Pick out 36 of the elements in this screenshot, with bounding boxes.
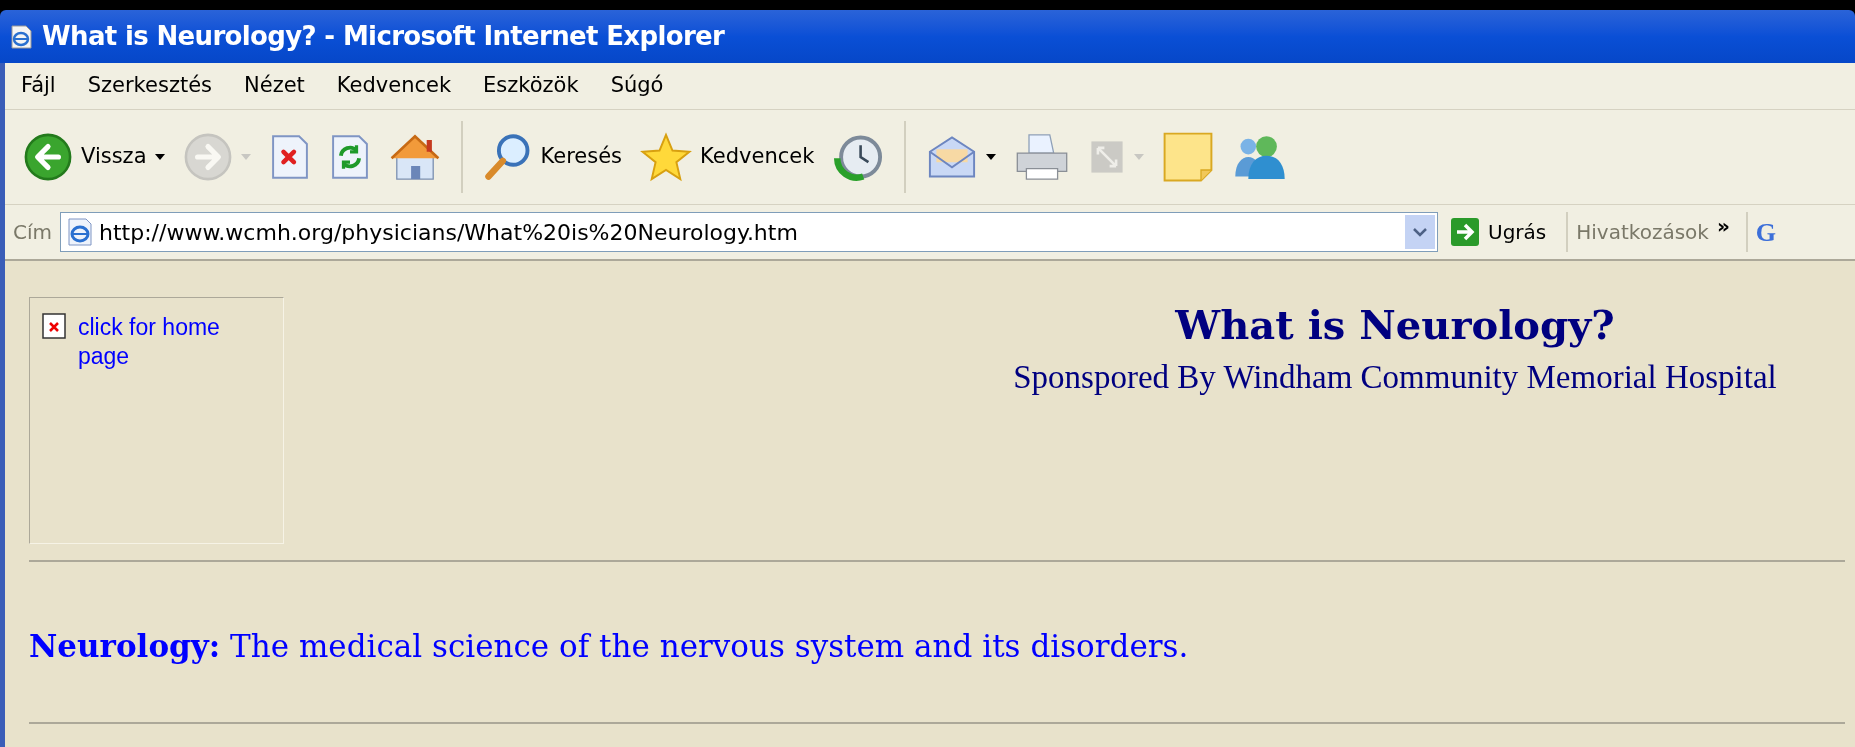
toolbar-button[interactable]: Vissza [17, 125, 171, 189]
toolbar-button[interactable]: Keresés [476, 125, 629, 189]
menu-item[interactable]: Szerkesztés [83, 70, 216, 102]
more-chevron[interactable]: » [1716, 216, 1730, 236]
menu-item[interactable]: Súgó [606, 70, 668, 102]
browser-page-icon [8, 23, 34, 50]
caret-icon [154, 154, 165, 160]
menu-item[interactable]: Kedvencek [332, 70, 456, 102]
window-title: What is Neurology? - Microsoft Internet Explorer [42, 20, 725, 53]
note-icon [1162, 131, 1215, 183]
chevron-down-icon [1413, 227, 1427, 237]
toolbar-button[interactable]: Kedvencek [634, 125, 821, 189]
menu-item[interactable]: Nézet [240, 70, 309, 102]
caret-icon [986, 154, 997, 160]
arrow-right-icon [1450, 217, 1480, 247]
menu-item[interactable]: Eszközök [479, 70, 583, 102]
stop-icon [270, 133, 309, 181]
house-icon [388, 132, 441, 182]
address-field[interactable]: http://www.wcmh.org/physicians/What%20is%20Neurology.htm [60, 212, 1438, 252]
go-button[interactable]: Ugrás [1446, 217, 1551, 247]
definition-text: Neurology: The medical science of the nervous system and its disorders. [29, 627, 1190, 666]
refresh-icon [330, 133, 369, 181]
caret-icon [240, 154, 251, 160]
caret-icon [1134, 154, 1145, 160]
page-heading: What is Neurology? [1175, 300, 1615, 350]
resize-icon [1090, 140, 1125, 174]
search-logo[interactable]: G [1755, 212, 1777, 252]
dropdown-button[interactable] [1405, 215, 1435, 249]
browser-page-icon [65, 217, 95, 247]
address-label: Cím [13, 219, 52, 246]
menu-item[interactable]: Fájl [17, 70, 60, 102]
links-label[interactable]: Hivatkozások [1576, 217, 1709, 247]
sponsor-line: Sponspored By Windham Community Memorial Hospital [1013, 358, 1777, 397]
home-page-link[interactable]: click for home page [78, 313, 258, 371]
star-icon [640, 132, 693, 182]
broken-image-icon [42, 313, 66, 339]
